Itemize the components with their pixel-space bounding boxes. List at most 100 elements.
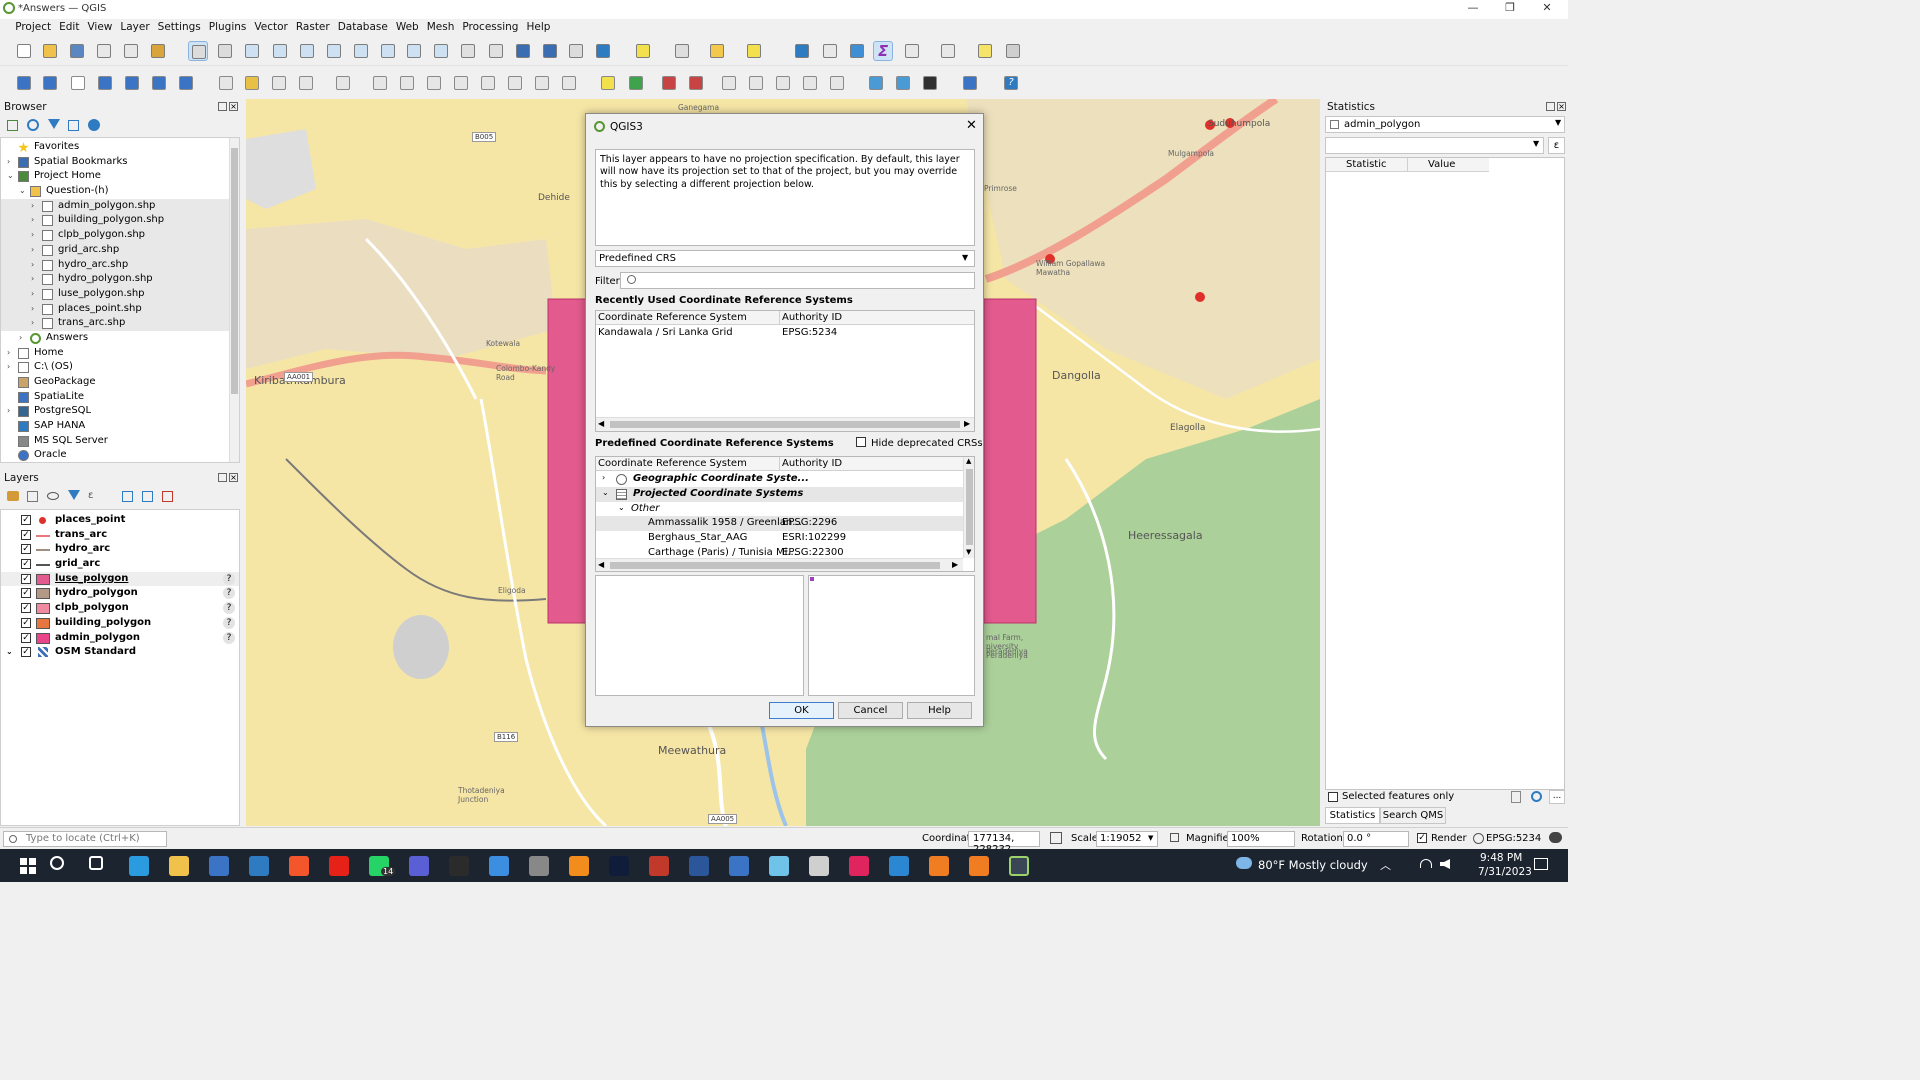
- layer-symbol-icon[interactable]: [36, 564, 50, 567]
- expand-arrow-icon[interactable]: ⌄: [618, 503, 625, 512]
- start-icon[interactable]: [18, 856, 38, 876]
- edge-icon[interactable]: [129, 856, 149, 876]
- browser-item[interactable]: › admin_polygon.shp: [1, 198, 229, 214]
- app-icon[interactable]: [649, 856, 669, 876]
- web-globe-icon[interactable]: [893, 73, 913, 93]
- layer-item[interactable]: ✓ hydro_polygon?: [1, 586, 239, 601]
- column-value[interactable]: Value: [1428, 159, 1455, 170]
- add-polygon-icon[interactable]: [333, 73, 353, 93]
- open-project-icon[interactable]: [40, 41, 60, 61]
- app-icon[interactable]: [489, 856, 509, 876]
- pin-labels-icon[interactable]: [719, 73, 739, 93]
- layer-visibility-checkbox[interactable]: ✓: [21, 559, 31, 570]
- identify-icon[interactable]: [792, 41, 812, 61]
- browser-item[interactable]: › building_polygon.shp: [1, 213, 229, 229]
- magnifier-spinbox[interactable]: 100%: [1227, 831, 1295, 847]
- menu-plugins[interactable]: Plugins: [205, 19, 251, 33]
- task-view-icon[interactable]: [89, 856, 103, 870]
- save-edits-icon[interactable]: [269, 73, 289, 93]
- refresh-icon[interactable]: [593, 41, 613, 61]
- copy-features-icon[interactable]: [478, 73, 498, 93]
- zoom-full-icon[interactable]: [297, 41, 317, 61]
- mail-icon[interactable]: [249, 856, 269, 876]
- locator-input[interactable]: Type to locate (Ctrl+K): [3, 831, 167, 847]
- app-icon[interactable]: [809, 856, 829, 876]
- move-label-icon[interactable]: [773, 73, 793, 93]
- menu-settings[interactable]: Settings: [154, 19, 205, 33]
- tab-statistics[interactable]: Statistics: [1325, 807, 1380, 824]
- menu-web[interactable]: Web: [392, 19, 423, 33]
- close-button[interactable]: ✕: [1537, 1, 1557, 14]
- measure-icon[interactable]: [938, 41, 958, 61]
- layer-item[interactable]: ⌄ ✓ OSM Standard: [1, 645, 239, 660]
- close-panel-icon[interactable]: ×: [229, 473, 238, 482]
- expand-arrow-icon[interactable]: ›: [7, 346, 10, 361]
- lock-icon[interactable]: [1170, 833, 1179, 842]
- close-panel-icon[interactable]: ×: [229, 102, 238, 111]
- zoom-in-icon[interactable]: [242, 41, 262, 61]
- redo-icon[interactable]: [559, 73, 579, 93]
- layer-symbol-icon[interactable]: [36, 534, 50, 537]
- photoshop-icon[interactable]: [609, 856, 629, 876]
- browser-item[interactable]: › clpb_polygon.shp: [1, 228, 229, 243]
- data-source-manager-icon[interactable]: [14, 73, 34, 93]
- zoom-layer-icon[interactable]: [351, 41, 371, 61]
- new-map-view-icon[interactable]: [458, 41, 478, 61]
- layer-visibility-checkbox[interactable]: ✓: [21, 647, 31, 658]
- epic-games-icon[interactable]: [449, 856, 469, 876]
- layer-symbol-icon[interactable]: [36, 588, 50, 600]
- expression-button[interactable]: ε: [1548, 137, 1565, 154]
- layer-combo[interactable]: admin_polygon ▼: [1325, 116, 1565, 133]
- more-button[interactable]: ...: [1549, 790, 1565, 804]
- expand-arrow-icon[interactable]: ›: [31, 302, 34, 317]
- browser-item[interactable]: SpatiaLite: [1, 390, 229, 405]
- toggle-editing-icon[interactable]: [242, 73, 262, 93]
- float-panel-icon[interactable]: [218, 102, 227, 111]
- browser-item[interactable]: ⌄ Question-(h): [1, 184, 229, 199]
- unknown-crs-warning-icon[interactable]: ?: [223, 631, 235, 644]
- help-button[interactable]: Help: [907, 702, 972, 719]
- menu-mesh[interactable]: Mesh: [423, 19, 459, 33]
- crs-hscrollbar[interactable]: ◀ ▶: [596, 558, 963, 571]
- layer-visibility-checkbox[interactable]: ✓: [21, 632, 31, 643]
- filter-by-expression-icon[interactable]: ε: [88, 490, 93, 501]
- cancel-button[interactable]: Cancel: [838, 702, 903, 719]
- scale-combo[interactable]: 1:19052 ▼: [1096, 831, 1158, 847]
- pan-icon[interactable]: [188, 41, 208, 61]
- filter-legend-icon[interactable]: [68, 490, 80, 500]
- statistics-icon[interactable]: Σ: [873, 41, 893, 61]
- unknown-crs-warning-icon[interactable]: ?: [223, 587, 235, 600]
- current-edits-icon[interactable]: [216, 73, 236, 93]
- expand-arrow-icon[interactable]: ›: [31, 199, 34, 214]
- layer-item[interactable]: ✓ building_polygon?: [1, 616, 239, 631]
- zoom-last-icon[interactable]: [404, 41, 424, 61]
- search-icon[interactable]: [50, 856, 64, 870]
- store-icon[interactable]: [209, 856, 229, 876]
- browser-item[interactable]: › Home: [1, 346, 229, 361]
- recent-crs-row[interactable]: Kandawala / Sri Lanka Grid EPSG:5234: [596, 326, 974, 340]
- paste-features-icon[interactable]: [505, 73, 525, 93]
- zoom-out-icon[interactable]: [270, 41, 290, 61]
- layer-visibility-checkbox[interactable]: ✓: [21, 544, 31, 555]
- layer-symbol-icon[interactable]: [36, 617, 50, 629]
- vertex-tool-icon[interactable]: [370, 73, 390, 93]
- minimize-button[interactable]: —: [1463, 1, 1483, 14]
- expand-arrow-icon[interactable]: ›: [602, 473, 605, 482]
- layer-item[interactable]: ✓ admin_polygon?: [1, 631, 239, 646]
- selected-only-checkbox[interactable]: [1328, 792, 1338, 802]
- collapse-all-icon[interactable]: [142, 491, 153, 502]
- expand-arrow-icon[interactable]: ›: [7, 404, 10, 419]
- layer-visibility-checkbox[interactable]: ✓: [21, 588, 31, 599]
- expand-arrow-icon[interactable]: ›: [7, 360, 10, 375]
- unknown-crs-warning-icon[interactable]: ?: [223, 572, 235, 585]
- close-panel-icon[interactable]: ×: [1557, 102, 1566, 111]
- menu-project[interactable]: Project: [11, 19, 55, 33]
- crs-tree-row[interactable]: ⌄ Projected Coordinate Systems: [596, 486, 963, 502]
- tab-search-qms[interactable]: Search QMS: [1380, 807, 1446, 824]
- app-icon[interactable]: [409, 856, 429, 876]
- menu-raster[interactable]: Raster: [292, 19, 334, 33]
- expand-arrow-icon[interactable]: ›: [31, 228, 34, 243]
- column-statistic[interactable]: Statistic: [1346, 159, 1387, 170]
- highlight-label-icon[interactable]: [659, 73, 679, 93]
- add-selected-layers-icon[interactable]: [7, 120, 18, 131]
